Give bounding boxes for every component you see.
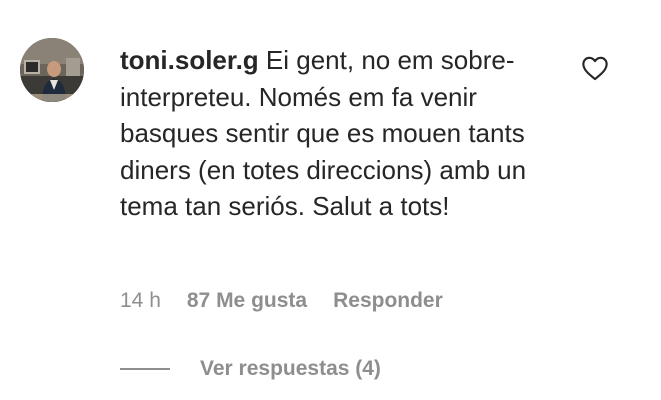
comment-username[interactable]: toni.soler.g: [120, 45, 259, 75]
comment-likes-count[interactable]: 87 Me gusta: [187, 289, 307, 313]
avatar[interactable]: [20, 38, 84, 102]
comment-meta: 14 h 87 Me gusta Responder: [120, 287, 469, 315]
replies-divider-line: [120, 368, 170, 370]
avatar-photo: [20, 38, 84, 102]
reply-button[interactable]: Responder: [333, 289, 443, 313]
view-replies-button[interactable]: Ver respuestas (4): [120, 355, 381, 383]
comment-time[interactable]: 14 h: [120, 289, 161, 313]
view-replies-label: Ver respuestas (4): [200, 357, 381, 380]
comment-body: toni.soler.g Ei gent, no em sobre-interp…: [120, 42, 560, 225]
comment: toni.soler.g Ei gent, no em sobre-interp…: [0, 0, 661, 400]
heart-outline-icon: [582, 56, 608, 81]
like-button[interactable]: [581, 55, 609, 81]
